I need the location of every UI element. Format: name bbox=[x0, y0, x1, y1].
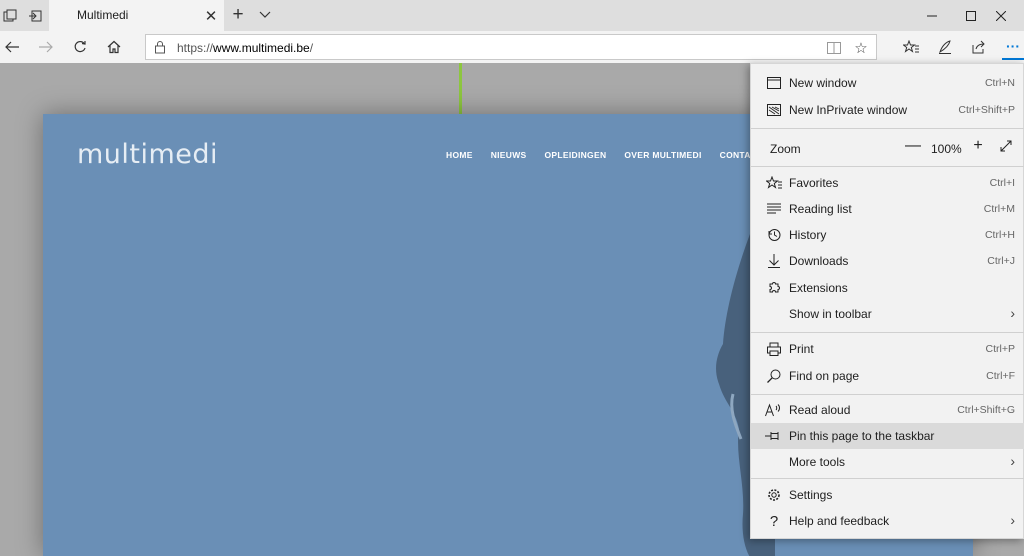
title-bar: Multimedi ✕ + bbox=[0, 0, 1024, 31]
history-icon bbox=[765, 226, 783, 244]
menu-divider bbox=[751, 166, 1024, 167]
menu-label: New InPrivate window bbox=[789, 103, 908, 117]
menu-divider bbox=[751, 332, 1024, 333]
fullscreen-icon[interactable] bbox=[997, 137, 1015, 155]
menu-shortcut: Ctrl+Shift+P bbox=[958, 104, 1015, 116]
menu-shortcut: Ctrl+F bbox=[986, 370, 1015, 382]
menu-item-extensions[interactable]: Extensions bbox=[751, 275, 1024, 301]
menu-divider bbox=[751, 128, 1024, 129]
menu-divider bbox=[751, 478, 1024, 479]
menu-item-find-on-page[interactable]: Find on page Ctrl+F bbox=[751, 363, 1024, 389]
menu-item-settings[interactable]: Settings bbox=[751, 482, 1024, 508]
print-icon bbox=[765, 340, 783, 358]
refresh-icon[interactable] bbox=[70, 38, 90, 56]
pin-icon bbox=[765, 427, 783, 445]
reading-list-icon bbox=[765, 200, 783, 218]
site-nav-nieuws[interactable]: NIEUWS bbox=[491, 150, 527, 160]
menu-label: Help and feedback bbox=[789, 514, 890, 528]
tab-manager-icon[interactable] bbox=[1, 7, 19, 25]
menu-divider bbox=[751, 394, 1024, 395]
menu-label: More tools bbox=[789, 455, 846, 469]
menu-label: Reading list bbox=[789, 202, 852, 216]
menu-label: History bbox=[789, 228, 827, 242]
site-logo[interactable]: multimedi bbox=[77, 139, 218, 170]
menu-shortcut: Ctrl+P bbox=[985, 343, 1015, 355]
menu-item-reading-list[interactable]: Reading list Ctrl+M bbox=[751, 196, 1024, 222]
menu-item-new-window[interactable]: New window Ctrl+N bbox=[751, 70, 1024, 96]
navigation-bar: https://www.multimedi.be/ ☆ ··· bbox=[0, 31, 1024, 63]
url-text[interactable]: https://www.multimedi.be/ bbox=[177, 41, 313, 55]
menu-item-read-aloud[interactable]: Read aloud Ctrl+Shift+G bbox=[751, 397, 1024, 423]
new-tab-icon[interactable]: + bbox=[228, 4, 248, 26]
share-icon[interactable] bbox=[969, 38, 989, 56]
zoom-label: Zoom bbox=[770, 142, 801, 156]
forward-icon[interactable] bbox=[36, 38, 56, 56]
chevron-right-icon: › bbox=[1010, 453, 1015, 469]
menu-label: Show in toolbar bbox=[789, 307, 872, 321]
window-icon bbox=[765, 74, 783, 92]
url-host: www.multimedi.be bbox=[213, 41, 310, 55]
menu-shortcut: Ctrl+Shift+G bbox=[957, 404, 1015, 416]
reading-view-icon[interactable] bbox=[825, 39, 843, 57]
menu-shortcut: Ctrl+H bbox=[984, 229, 1015, 241]
help-icon: ? bbox=[769, 512, 779, 530]
settings-menu: New window Ctrl+N New InPrivate window C… bbox=[750, 63, 1024, 539]
menu-shortcut: Ctrl+J bbox=[987, 255, 1015, 267]
read-aloud-icon bbox=[765, 401, 783, 419]
zoom-value: 100% bbox=[931, 142, 962, 156]
site-navigation: HOME NIEUWS OPLEIDINGEN OVER MULTIMEDI C… bbox=[446, 150, 757, 160]
menu-label: Settings bbox=[789, 488, 833, 502]
chevron-down-icon[interactable] bbox=[256, 6, 274, 24]
menu-item-downloads[interactable]: Downloads Ctrl+J bbox=[751, 248, 1024, 274]
chevron-right-icon: › bbox=[1010, 305, 1015, 321]
star-icon[interactable]: ☆ bbox=[852, 39, 870, 57]
menu-item-show-in-toolbar[interactable]: Show in toolbar › bbox=[751, 301, 1024, 327]
url-path: / bbox=[309, 41, 314, 55]
favorites-icon bbox=[765, 174, 783, 192]
menu-label: Extensions bbox=[789, 281, 848, 295]
menu-label: Find on page bbox=[789, 369, 860, 383]
search-icon bbox=[765, 367, 783, 385]
settings-and-more-button[interactable]: ··· bbox=[1002, 34, 1024, 60]
menu-label: Print bbox=[789, 342, 814, 356]
back-icon[interactable] bbox=[2, 38, 22, 56]
menu-label: Read aloud bbox=[789, 403, 851, 417]
set-aside-tabs-icon[interactable] bbox=[26, 7, 44, 25]
home-icon[interactable] bbox=[104, 38, 124, 56]
zoom-out-button[interactable]: — bbox=[904, 135, 922, 157]
gear-icon bbox=[765, 486, 783, 504]
menu-label: Favorites bbox=[789, 176, 839, 190]
menu-item-help-and-feedback[interactable]: ? Help and feedback › bbox=[751, 508, 1024, 534]
menu-label: Pin this page to the taskbar bbox=[789, 429, 935, 443]
extensions-icon bbox=[765, 279, 783, 297]
zoom-in-button[interactable]: + bbox=[969, 135, 987, 157]
inprivate-icon bbox=[765, 101, 783, 119]
menu-item-pin-to-taskbar[interactable]: Pin this page to the taskbar bbox=[751, 423, 1024, 449]
site-nav-opleidingen[interactable]: OPLEIDINGEN bbox=[545, 150, 607, 160]
menu-shortcut: Ctrl+M bbox=[983, 203, 1015, 215]
tab-title: Multimedi bbox=[77, 8, 129, 22]
browser-tab[interactable]: Multimedi ✕ bbox=[49, 0, 224, 31]
download-icon bbox=[765, 252, 783, 270]
menu-shortcut: Ctrl+N bbox=[984, 77, 1015, 89]
site-nav-over-multimedi[interactable]: OVER MULTIMEDI bbox=[624, 150, 701, 160]
menu-shortcut: Ctrl+I bbox=[989, 177, 1015, 189]
menu-item-favorites[interactable]: Favorites Ctrl+I bbox=[751, 170, 1024, 196]
menu-item-print[interactable]: Print Ctrl+P bbox=[751, 336, 1024, 362]
close-window-icon[interactable] bbox=[978, 0, 1024, 31]
chevron-right-icon: › bbox=[1010, 512, 1015, 528]
favorites-hub-icon[interactable] bbox=[901, 38, 921, 56]
close-tab-icon[interactable]: ✕ bbox=[202, 7, 220, 25]
menu-item-history[interactable]: History Ctrl+H bbox=[751, 222, 1024, 248]
pen-icon[interactable] bbox=[935, 38, 955, 56]
menu-item-new-inprivate-window[interactable]: New InPrivate window Ctrl+Shift+P bbox=[751, 97, 1024, 123]
menu-label: New window bbox=[789, 76, 857, 90]
lock-icon[interactable] bbox=[154, 40, 166, 54]
url-scheme: https:// bbox=[177, 41, 214, 55]
menu-label: Downloads bbox=[789, 254, 849, 268]
menu-item-more-tools[interactable]: More tools › bbox=[751, 449, 1024, 475]
site-nav-home[interactable]: HOME bbox=[446, 150, 473, 160]
address-bar[interactable]: https://www.multimedi.be/ ☆ bbox=[145, 34, 877, 60]
